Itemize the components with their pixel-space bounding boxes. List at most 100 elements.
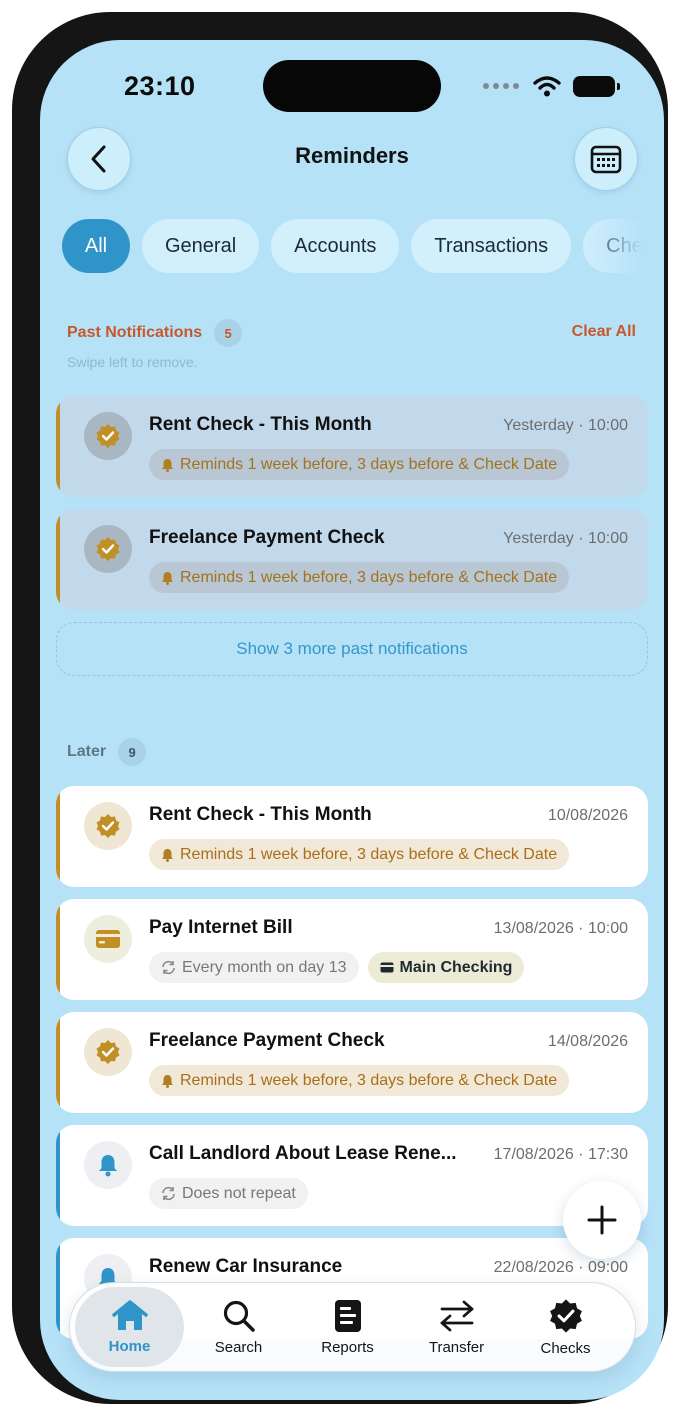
account-tag: Main Checking [367, 952, 525, 983]
card-icon-circle [84, 1028, 132, 1076]
past-count-badge: 5 [214, 319, 243, 347]
card-accent-bar [56, 396, 60, 497]
calendar-icon [590, 145, 622, 174]
reminder-tag-text: Reminds 1 week before, 3 days before & C… [180, 845, 558, 863]
past-reminder-card[interactable]: Rent Check - This Month Yesterday · 10:0… [56, 396, 648, 497]
plus-icon [587, 1205, 617, 1235]
card-tags: Every month on day 13 Main Checking [149, 952, 525, 983]
card-date: Yesterday · 10:00 [503, 530, 628, 547]
phone-frame: 23:10 Reminders All General Accounts Tra… [12, 12, 668, 1404]
card-tags: Reminds 1 week before, 3 days before & C… [149, 839, 570, 870]
past-notifications-label: Past Notifications [67, 324, 203, 341]
filter-transactions[interactable]: Transactions [411, 219, 572, 273]
bell-icon [99, 1155, 117, 1177]
card-tags: Reminds 1 week before, 3 days before & C… [149, 449, 570, 480]
status-icons [483, 74, 620, 98]
add-reminder-button[interactable] [563, 1181, 641, 1259]
search-icon [223, 1300, 255, 1332]
past-reminder-card[interactable]: Freelance Payment Check Yesterday · 10:0… [56, 509, 648, 610]
home-icon [111, 1299, 148, 1330]
card-title: Pay Internet Bill [149, 917, 293, 938]
screen: 23:10 Reminders All General Accounts Tra… [40, 40, 664, 1400]
repeat-tag: Every month on day 13 [149, 952, 359, 983]
card-icon-circle [84, 1141, 132, 1189]
bell-icon [162, 1074, 173, 1088]
reminder-tag-text: Reminds 1 week before, 3 days before & C… [180, 455, 558, 473]
signal-dots-icon [483, 83, 519, 89]
card-date: 13/08/2026 · 10:00 [493, 920, 628, 937]
calendar-button[interactable] [574, 127, 638, 191]
filter-chips: All General Accounts Transactions Checks [62, 219, 642, 275]
tab-home[interactable]: Home [75, 1287, 184, 1367]
card-accent-bar [56, 786, 60, 887]
clear-all-button[interactable]: Clear All [572, 323, 636, 341]
card-icon [380, 962, 394, 973]
account-tag-text: Main Checking [399, 958, 513, 976]
check-badge-icon [549, 1298, 582, 1333]
card-accent-bar [56, 509, 60, 610]
card-icon-circle [84, 802, 132, 850]
filter-general[interactable]: General [142, 219, 260, 273]
repeat-tag: Does not repeat [149, 1178, 308, 1209]
repeat-tag-text: Every month on day 13 [182, 958, 347, 976]
status-time: 23:10 [124, 71, 196, 101]
battery-icon [573, 75, 620, 97]
bell-icon [162, 458, 173, 472]
reminder-tag-text: Reminds 1 week before, 3 days before & C… [180, 568, 558, 586]
repeat-icon [162, 960, 175, 975]
filter-accounts[interactable]: Accounts [271, 219, 400, 273]
tab-checks-label: Checks [540, 1339, 591, 1357]
repeat-tag-text: Does not repeat [182, 1184, 296, 1202]
card-title: Call Landlord About Lease Rene... [149, 1143, 457, 1164]
bell-icon [162, 848, 173, 862]
transfer-icon [440, 1300, 473, 1331]
page-title: Reminders [295, 143, 409, 168]
past-notifications-header: Past Notifications 5 [67, 319, 243, 347]
check-badge-icon [96, 1040, 120, 1064]
card-date: 22/08/2026 · 09:00 [493, 1259, 628, 1276]
swipe-hint: Swipe left to remove. [67, 354, 198, 370]
reminder-tag: Reminds 1 week before, 3 days before & C… [149, 562, 570, 593]
card-tags: Reminds 1 week before, 3 days before & C… [149, 562, 570, 593]
tab-transfer[interactable]: Transfer [402, 1287, 511, 1367]
card-date: 10/08/2026 [547, 807, 628, 824]
card-date: 14/08/2026 [547, 1033, 628, 1050]
later-header: Later 9 [67, 738, 147, 766]
card-title: Rent Check - This Month [149, 414, 372, 435]
repeat-icon [162, 1186, 175, 1201]
card-title: Freelance Payment Check [149, 1030, 385, 1051]
tab-search[interactable]: Search [184, 1287, 293, 1367]
later-label: Later [67, 743, 107, 760]
tab-transfer-label: Transfer [428, 1338, 485, 1356]
reminder-tag-text: Reminds 1 week before, 3 days before & C… [180, 1071, 558, 1089]
bell-icon [162, 571, 173, 585]
card-date: 17/08/2026 · 17:30 [493, 1146, 628, 1163]
reminder-card[interactable]: Rent Check - This Month 10/08/2026 Remin… [56, 786, 648, 887]
card-title: Rent Check - This Month [149, 804, 372, 825]
tab-checks[interactable]: Checks [511, 1287, 620, 1367]
card-accent-bar [56, 1012, 60, 1113]
filter-checks[interactable]: Checks [583, 219, 642, 273]
check-badge-icon [96, 424, 120, 448]
reminder-tag: Reminds 1 week before, 3 days before & C… [149, 839, 570, 870]
check-badge-icon [96, 537, 120, 561]
show-more-past-button[interactable]: Show 3 more past notifications [56, 622, 648, 676]
card-title: Freelance Payment Check [149, 527, 385, 548]
reports-icon [334, 1299, 361, 1332]
tab-reports[interactable]: Reports [293, 1287, 402, 1367]
card-tags: Reminds 1 week before, 3 days before & C… [149, 1065, 570, 1096]
tab-reports-label: Reports [321, 1338, 374, 1356]
tab-home-label: Home [108, 1337, 151, 1355]
card-icon-circle [84, 525, 132, 573]
card-icon-circle [84, 412, 132, 460]
reminder-card[interactable]: Pay Internet Bill 13/08/2026 · 10:00 Eve… [56, 899, 648, 1000]
filter-all[interactable]: All [62, 219, 130, 273]
credit-card-icon [96, 930, 120, 948]
reminder-card[interactable]: Call Landlord About Lease Rene... 17/08/… [56, 1125, 648, 1226]
card-tags: Does not repeat [149, 1178, 308, 1209]
card-accent-bar [56, 1125, 60, 1226]
dynamic-island [263, 60, 441, 112]
check-badge-icon [96, 814, 120, 838]
card-accent-bar [56, 1238, 60, 1339]
reminder-card[interactable]: Freelance Payment Check 14/08/2026 Remin… [56, 1012, 648, 1113]
